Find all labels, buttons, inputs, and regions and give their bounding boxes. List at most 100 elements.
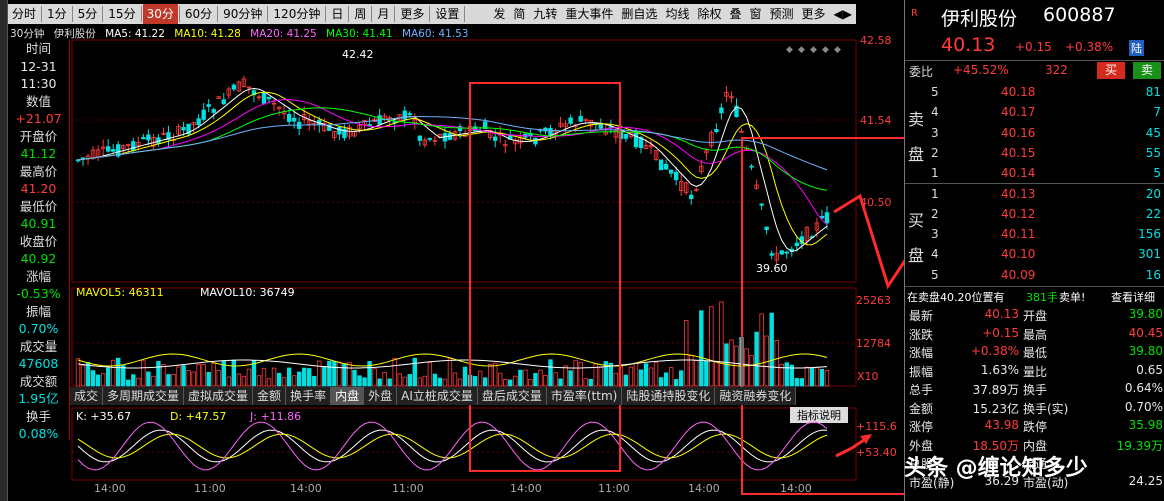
bid-row-1[interactable]: 1 40.13 20 [905,184,1164,204]
volume-bar [824,370,830,387]
volume-bar [809,367,815,387]
volume-bar [181,365,186,387]
indicator-tab-6[interactable]: 外盘 [364,387,398,405]
candle-body [211,109,216,113]
candle-body [407,113,412,116]
stat-label: 量比 [1023,364,1048,379]
level-price: 40.15 [1001,145,1036,160]
ma5-line [77,87,828,253]
sell-side-label-2: 盘 [908,145,925,164]
candle-body [779,250,784,255]
stat-value: +0.38% [970,344,1019,358]
buy-side-label-2: 盘 [908,246,925,265]
indicator-tab-11[interactable]: 融资融券变化 [715,387,797,405]
stat-value: 0.65 [1136,362,1163,377]
volume-bar [553,372,558,387]
volume-bar [80,365,86,387]
candle-body [598,124,603,129]
indicator-tabs: 成交 多周期成交量 虚拟成交量 金额 换手率 内盘 外盘 AI立桩成交量 盘后成交量 市盈率(tt… [70,387,797,405]
volume-bar [317,360,322,387]
indicator-help-button: 指标说明 [797,408,841,422]
indicator-tab-2[interactable]: 虚拟成交量 [184,387,254,405]
volume-bar [241,375,247,387]
level-volume: 5 [1153,166,1161,181]
candle-body [714,129,719,133]
volume-bar [191,371,196,387]
candle-body [759,203,764,206]
ask-row-1[interactable]: 1 40.14 5 [905,163,1164,183]
indicator-tab-10[interactable]: 陆股通持股变化 [622,387,716,405]
mavol10-label: MAVOL10: 36749 [200,286,295,299]
sell-button[interactable]: 卖 [1133,62,1161,79]
stat-label: 最低 [1023,346,1048,360]
stat-label: 最新 [909,309,934,323]
detail-link[interactable]: 查看详细 [1111,289,1155,305]
annotation-arrow-line [833,193,904,290]
volume-bar [276,372,282,387]
stat-value: 39.80 [1128,344,1163,358]
level-number: 1 [931,166,939,181]
ask-row-3[interactable]: 3 40.16 45 [905,123,1164,143]
ask-row-4[interactable]: 4 40.17 7 [905,102,1164,122]
volume-bar [719,301,724,387]
volume-bar [141,360,146,387]
stat-label: 涨跌 [909,327,934,342]
volume-bar [709,306,714,387]
stat-label: 最高 [1023,327,1048,342]
level-price: 40.14 [1001,166,1036,181]
time-axis-label: 11:00 [194,482,226,495]
volume-bar [186,370,191,387]
volume-bar [523,369,528,387]
stat-row: 振幅 1.63% 量比 0.65 [905,362,1164,380]
volume-bar [679,370,684,387]
volume-bar [503,379,508,387]
candle-body [261,91,267,104]
indicator-tab-5[interactable]: 内盘 [331,387,365,405]
kline-chart[interactable]: 42.5841.5440.5042.4239.60◆ ◆ ◆ ◆ ◆MAVOL5: 46… [0,0,904,501]
bid-row-2[interactable]: 2 40.12 22 [905,204,1164,224]
diamond-marker-icon: ◆ [834,45,841,55]
stat-value: 40.13 [984,307,1019,321]
bid-row-3[interactable]: 3 40.11 156 [905,224,1164,244]
indicator-tab-8[interactable]: 盘后成交量 [478,387,547,405]
diamond-marker-icon: ◆ [786,45,793,55]
volume-bar [437,377,443,387]
bid-row-5[interactable]: 5 40.09 16 [905,265,1164,285]
volume-bar [482,377,488,387]
indicator-tab-4[interactable]: 换手率 [286,387,332,405]
stat-row: 最新 40.13 开盘 39.80 [905,306,1164,324]
candle-body [146,134,151,141]
volume-bar [533,373,538,387]
volume-bar [452,372,458,387]
stat-label: 开盘 [1023,309,1048,323]
indicator-tab-1[interactable]: 多周期成交量 [103,387,185,405]
indicator-tab-9[interactable]: 市盈率(ttm) [547,387,623,405]
volume-bar [136,377,141,387]
watermark-text: 头条 @缠论知多少 [904,456,1088,481]
stat-label: 总手 [909,383,934,397]
time-axis-label: 14:00 [510,482,542,495]
indicator-tab-3[interactable]: 金额 [253,387,287,405]
stat-label: 金额 [909,401,934,416]
bid-row-4[interactable]: 4 40.10 301 [905,244,1164,264]
ask-row-5[interactable]: 5 40.18 81 [905,82,1164,102]
level-price: 40.10 [1001,247,1036,262]
volume-bar [462,366,468,387]
price-axis-label: 41.54 [860,114,892,127]
candle-body [337,127,342,135]
indicator-tab-7[interactable]: AI立桩成交量 [397,387,478,405]
volume-bar [196,363,201,387]
candle-body [568,117,573,124]
volume-bar [352,369,357,387]
volume-bar [407,374,412,387]
indicator-tab-0[interactable]: 成交 [70,387,104,405]
buy-button[interactable]: 买 [1097,62,1125,79]
volume-bar [684,320,689,387]
volume-bar [236,373,242,387]
kdj-j-line [77,421,828,471]
kdj-axis-label: +53.40 [856,446,897,459]
candle-body [658,159,664,171]
volume-bar [116,357,121,387]
ask-row-2[interactable]: 2 40.15 55 [905,143,1164,163]
volume-bar [648,367,654,387]
